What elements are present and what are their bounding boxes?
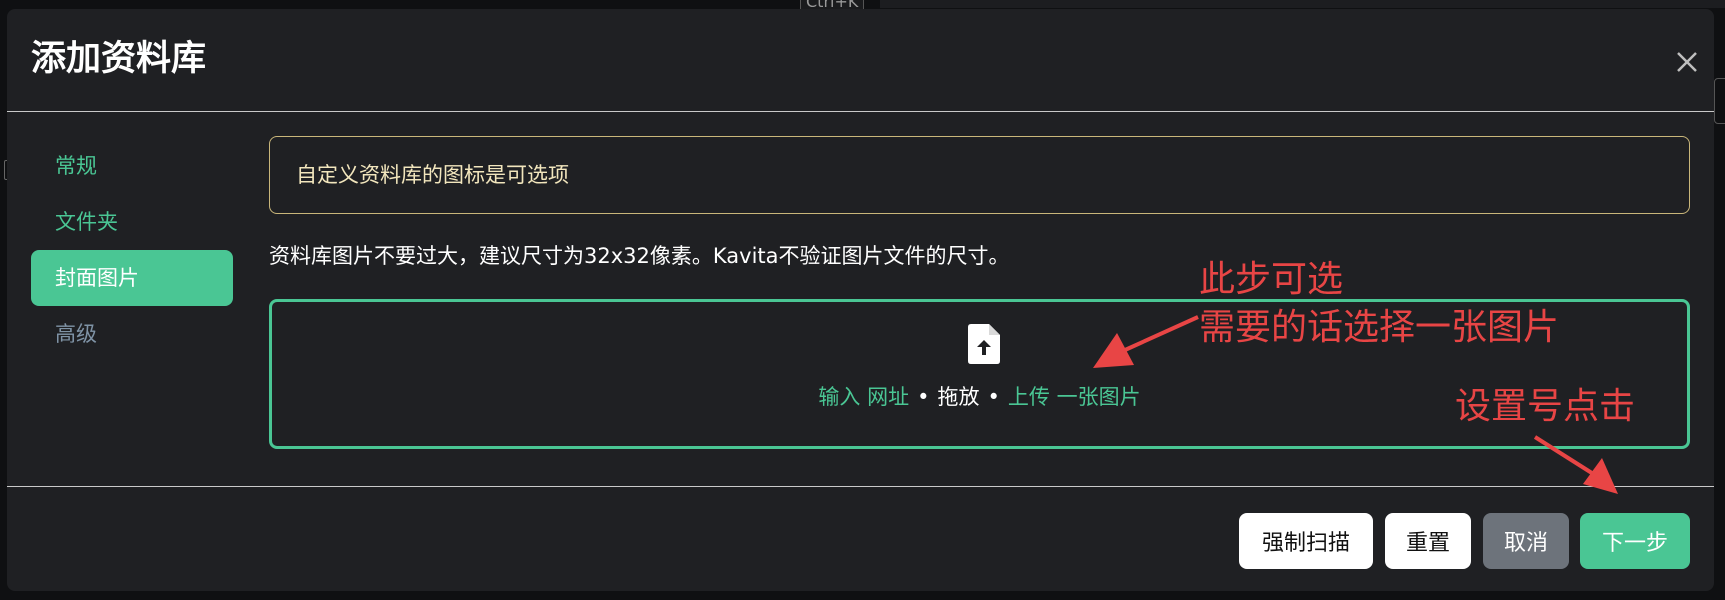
cancel-button[interactable]: 取消 — [1483, 513, 1569, 569]
header-divider — [7, 111, 1714, 112]
annotation-click-hint: 设置号点击 — [1455, 386, 1636, 427]
background-tab-fragment — [1714, 78, 1725, 124]
modal-sidebar-nav: 常规 文件夹 封面图片 高级 — [31, 138, 233, 362]
separator-dot: • — [917, 385, 930, 409]
nav-item-advanced[interactable]: 高级 — [31, 306, 233, 362]
nav-item-general[interactable]: 常规 — [31, 138, 233, 194]
reset-button[interactable]: 重置 — [1385, 513, 1471, 569]
annotation-optional-step: 此步可选 — [1199, 259, 1344, 300]
nav-item-folders[interactable]: 文件夹 — [31, 194, 233, 250]
info-alert: 自定义资料库的图标是可选项 — [269, 136, 1690, 214]
file-upload-icon — [968, 324, 1000, 364]
modal-title: 添加资料库 — [31, 39, 207, 79]
footer-divider — [7, 486, 1714, 487]
add-library-modal: 添加资料库 常规 文件夹 封面图片 高级 自定义资料库的图标是可选项 资料库图片… — [7, 9, 1714, 591]
close-icon[interactable] — [1670, 45, 1704, 79]
next-button[interactable]: 下一步 — [1580, 513, 1690, 569]
enter-url-link[interactable]: 输入 网址 — [818, 385, 909, 409]
background-navbar — [880, 0, 1725, 8]
separator-dot: • — [987, 385, 1000, 409]
nav-item-cover-image[interactable]: 封面图片 — [31, 250, 233, 306]
drag-drop-label: 拖放 — [937, 385, 980, 409]
annotation-choose-image: 需要的话选择一张图片 — [1199, 307, 1560, 348]
size-hint-text: 资料库图片不要过大，建议尺寸为32x32像素。Kavita不验证图片文件的尺寸。 — [269, 244, 1010, 268]
upload-image-link[interactable]: 上传 一张图片 — [1008, 385, 1141, 409]
force-scan-button[interactable]: 强制扫描 — [1239, 513, 1373, 569]
